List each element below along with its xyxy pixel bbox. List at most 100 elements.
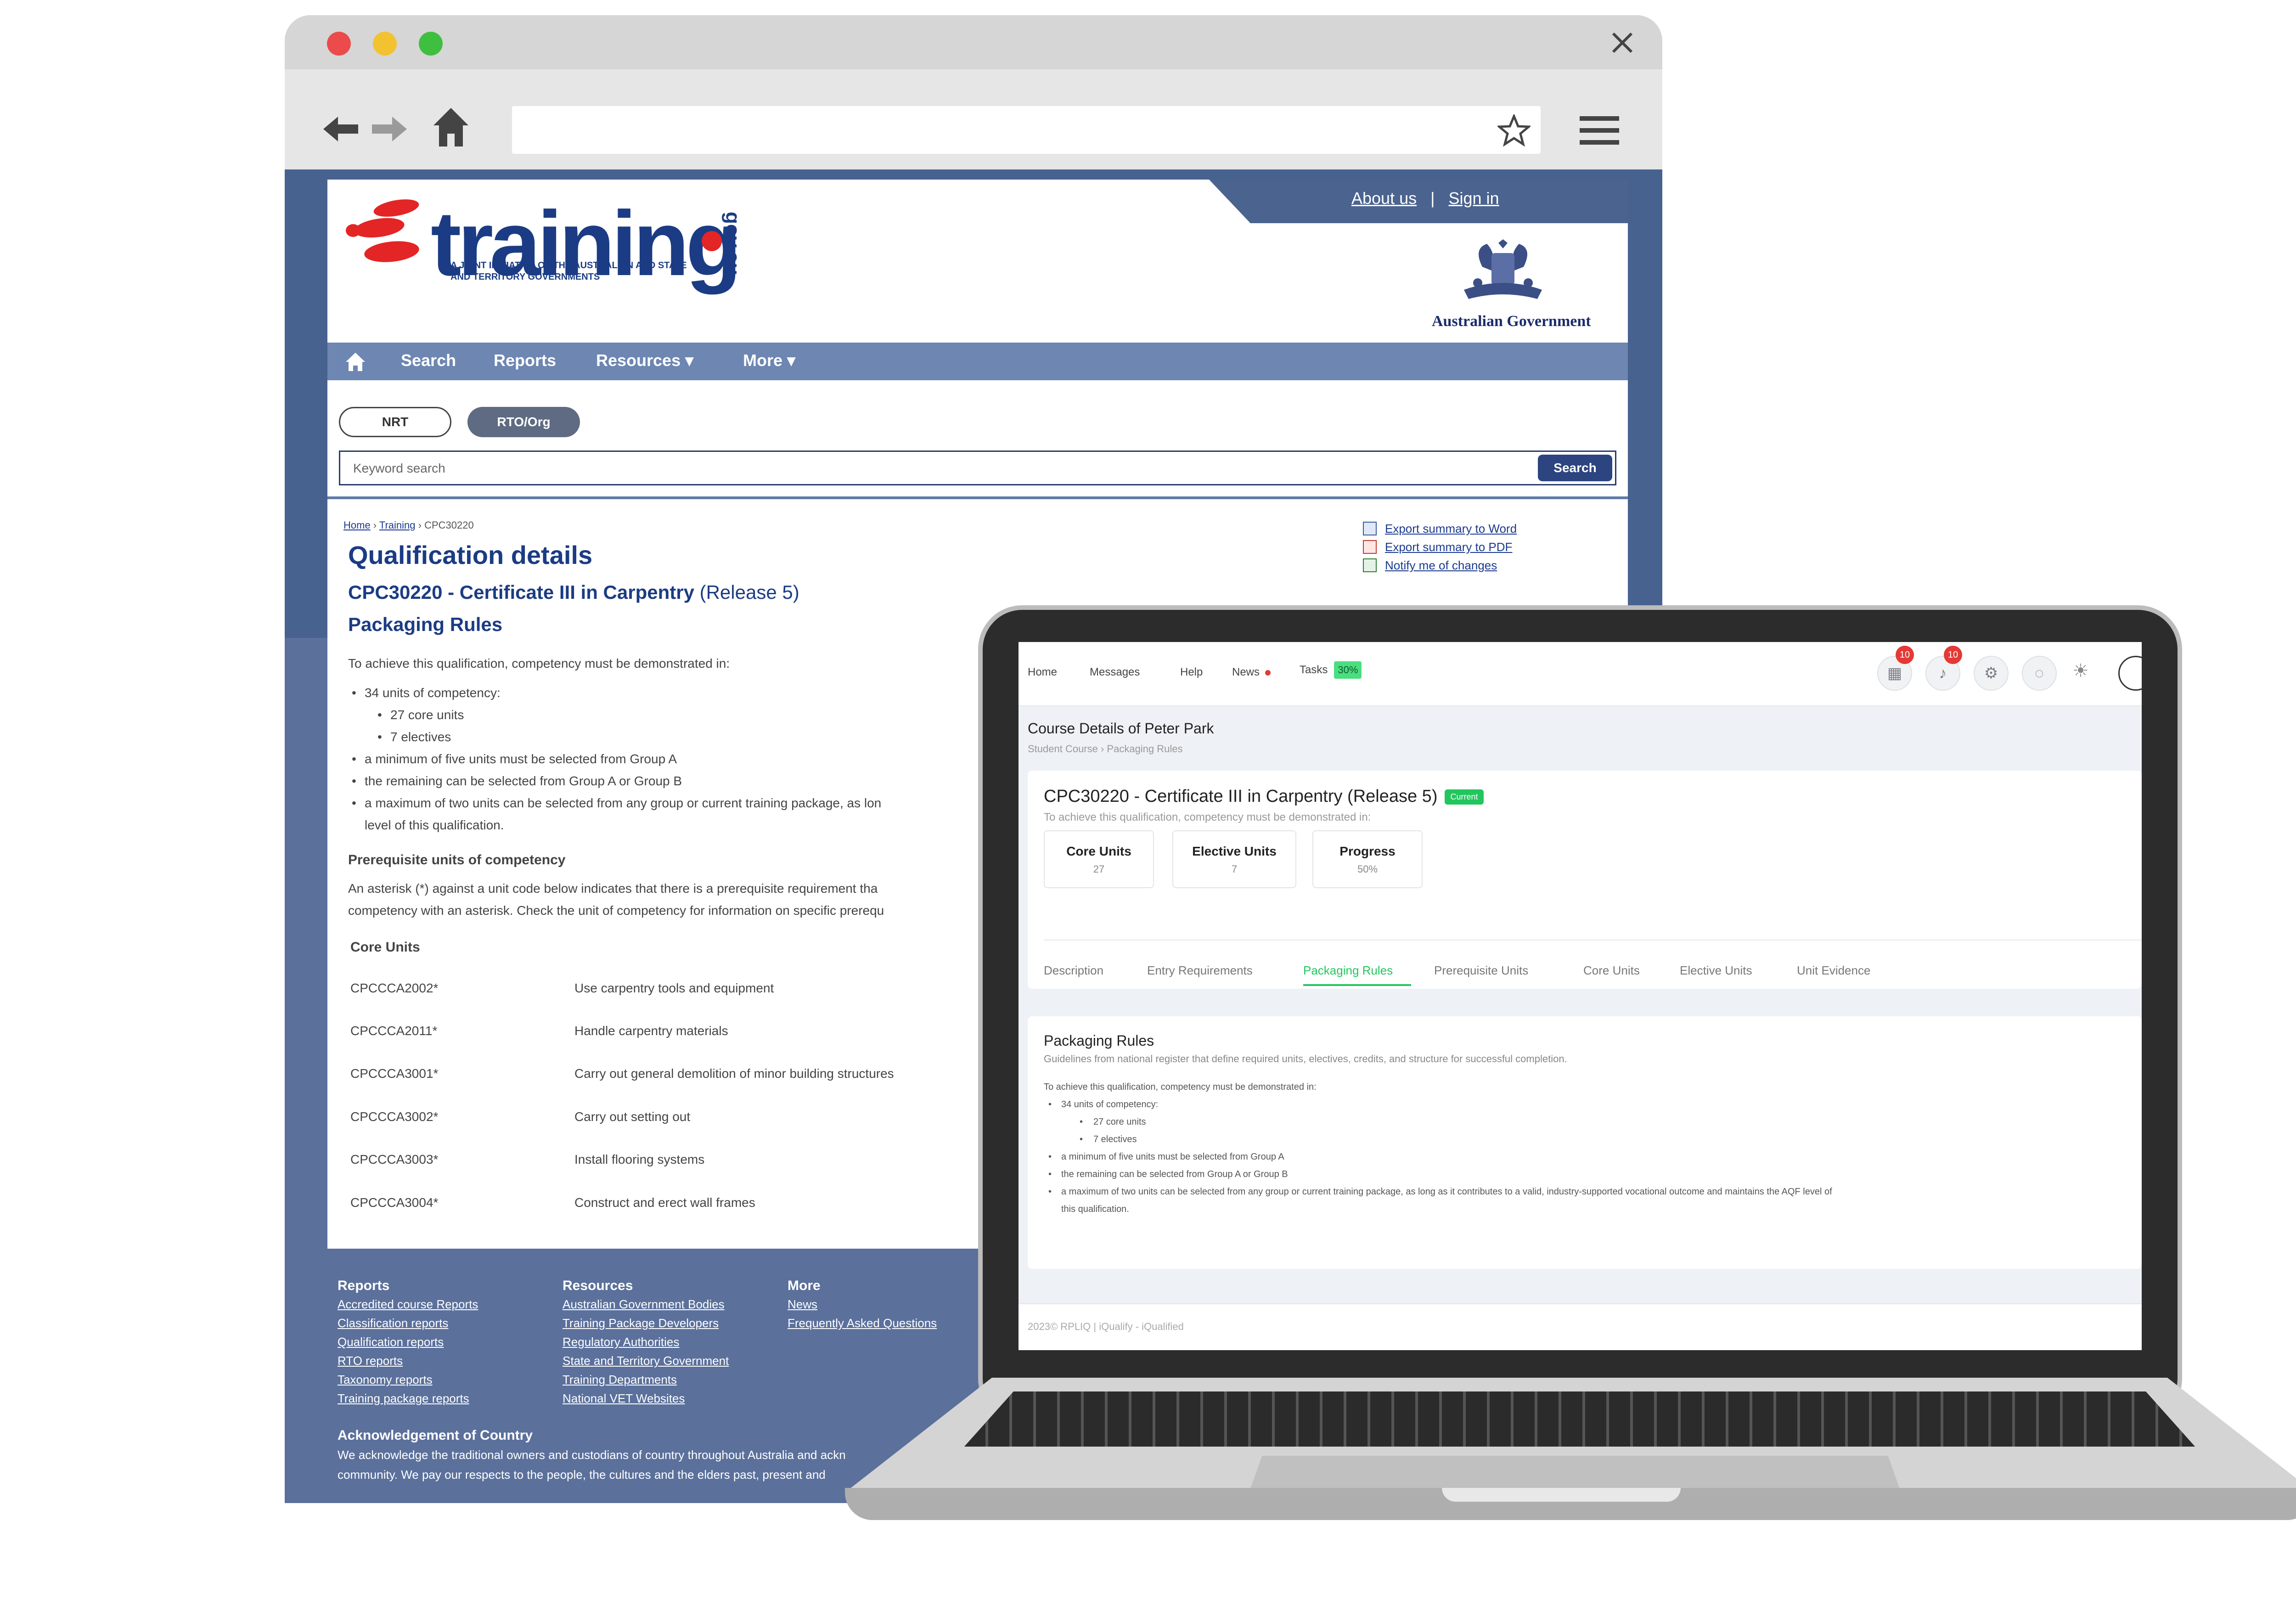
footer-link[interactable]: News xyxy=(788,1297,817,1311)
list-item: 34 units of competency: 27 core units 7 … xyxy=(348,682,1000,748)
active-tab-indicator xyxy=(1303,984,1411,986)
nav-search[interactable]: Search xyxy=(401,351,456,370)
app-nav-tasks[interactable]: Tasks 30% xyxy=(1300,661,1362,679)
qualification-title: CPC30220 - Certificate III in Carpentry … xyxy=(348,581,799,603)
main-nav: Search Reports Resources ▾ More ▾ xyxy=(327,343,1628,380)
nav-more[interactable]: More ▾ xyxy=(743,351,795,370)
address-bar[interactable] xyxy=(512,106,1541,154)
maximize-dot[interactable] xyxy=(419,32,443,56)
keyword-search-input[interactable]: Keyword search Search xyxy=(339,451,1616,485)
footer-link[interactable]: State and Territory Government xyxy=(563,1354,729,1368)
logo-dot xyxy=(702,231,722,251)
list-item: a maximum of two units can be selected f… xyxy=(1044,1183,2137,1218)
back-arrow-icon[interactable] xyxy=(321,113,360,145)
tab-elective-units[interactable]: Elective Units xyxy=(1680,963,1752,978)
close-icon[interactable] xyxy=(1609,30,1635,56)
tab-entry-requirements[interactable]: Entry Requirements xyxy=(1147,963,1253,978)
packaging-rules-body: To achieve this qualification, competenc… xyxy=(348,653,1000,836)
logo-swoosh-icon xyxy=(346,196,428,265)
stat-core-units: Core Units 27 xyxy=(1044,830,1154,888)
logo-tagline: A JOINT INITIATIVE OF THE AUSTRALIAN AND… xyxy=(450,260,687,282)
footer-link[interactable]: Training package reports xyxy=(338,1391,469,1405)
export-pdf-link[interactable]: Export summary to PDF xyxy=(1385,538,1512,556)
nav-reports[interactable]: Reports xyxy=(494,351,556,370)
core-units-heading: Core Units xyxy=(350,940,420,955)
acknowledgement: Acknowledgement of Country We acknowledg… xyxy=(338,1428,846,1481)
prerequisite-text: An asterisk (*) against a unit code belo… xyxy=(348,881,884,918)
footer-link[interactable]: National VET Websites xyxy=(563,1391,685,1405)
star-icon[interactable] xyxy=(1497,114,1531,146)
word-doc-icon xyxy=(1363,522,1377,535)
footer-link[interactable]: Training Package Developers xyxy=(563,1316,719,1330)
packaging-rules-heading: Packaging Rules xyxy=(348,614,503,635)
footer-link[interactable]: Accredited course Reports xyxy=(338,1297,478,1311)
news-dot xyxy=(1265,670,1271,676)
browser-toolbar xyxy=(285,69,1662,169)
nav-home-icon[interactable] xyxy=(345,352,366,372)
page-title: Course Details of Peter Park xyxy=(1028,720,1214,737)
prerequisite-heading: Prerequisite units of competency xyxy=(348,852,566,867)
stat-elective-units: Elective Units 7 xyxy=(1172,830,1296,888)
list-item: 7 electives xyxy=(1061,1131,2137,1148)
footer-link[interactable]: Frequently Asked Questions xyxy=(788,1316,937,1330)
laptop-keyboard xyxy=(964,1391,2195,1447)
nav-resources[interactable]: Resources ▾ xyxy=(596,351,693,370)
tab-prerequisite-units[interactable]: Prerequisite Units xyxy=(1434,963,1528,978)
toggle-nrt[interactable]: NRT xyxy=(339,407,451,437)
footer-more: More News Frequently Asked Questions xyxy=(788,1278,937,1330)
list-item: a minimum of five units must be selected… xyxy=(348,748,1000,770)
footer-link[interactable]: Regulatory Authorities xyxy=(563,1335,679,1349)
home-icon[interactable] xyxy=(432,106,470,148)
sign-in-link[interactable]: Sign in xyxy=(1449,189,1499,208)
tab-unit-evidence[interactable]: Unit Evidence xyxy=(1797,963,1870,978)
status-badge: Current xyxy=(1445,789,1484,805)
close-dot[interactable] xyxy=(327,32,351,56)
app-nav-home[interactable]: Home xyxy=(1028,666,1057,679)
footer-link[interactable]: Australian Government Bodies xyxy=(563,1297,725,1311)
stat-progress: Progress 50% xyxy=(1312,830,1423,888)
list-item: 34 units of competency: 27 core units 7 … xyxy=(1044,1096,2137,1148)
export-word-link[interactable]: Export summary to Word xyxy=(1385,519,1517,538)
gear-icon[interactable]: ⚙ xyxy=(1974,656,2009,691)
tab-divider xyxy=(1044,940,2142,941)
notification-badge: 10 xyxy=(1896,646,1914,664)
pdf-icon xyxy=(1363,540,1377,554)
app-nav-news[interactable]: News xyxy=(1232,666,1271,679)
footer-link[interactable]: Training Departments xyxy=(563,1373,677,1386)
app-nav-messages[interactable]: Messages xyxy=(1090,666,1140,679)
tab-core-units[interactable]: Core Units xyxy=(1583,963,1640,978)
divider xyxy=(327,496,1628,499)
email-icon xyxy=(1363,558,1377,572)
hamburger-menu-icon[interactable] xyxy=(1580,114,1619,146)
tasks-badge: 30% xyxy=(1334,661,1362,679)
avatar[interactable] xyxy=(2118,656,2142,691)
footer-link[interactable]: Qualification reports xyxy=(338,1335,444,1349)
footer-link[interactable]: Classification reports xyxy=(338,1316,448,1330)
footer-link[interactable]: RTO reports xyxy=(338,1354,403,1368)
australian-government-label: Australian Government xyxy=(1432,313,1591,330)
chat-icon[interactable]: ◌ xyxy=(2022,656,2057,691)
tab-packaging-rules[interactable]: Packaging Rules xyxy=(1303,963,1393,978)
app-footer: 2023© RPLIQ | iQualify - iQualified xyxy=(1019,1303,2142,1350)
sun-icon[interactable]: ☀ xyxy=(2072,660,2089,682)
coat-of-arms-icon xyxy=(1464,239,1542,299)
export-links: Export summary to Word Export summary to… xyxy=(1363,519,1517,575)
top-links: About us | Sign in xyxy=(1351,189,1499,208)
breadcrumb-training[interactable]: Training xyxy=(379,519,416,531)
logo-gov-au: gov.au xyxy=(721,212,744,276)
notify-changes-link[interactable]: Notify me of changes xyxy=(1385,556,1497,575)
about-us-link[interactable]: About us xyxy=(1351,189,1417,208)
search-button[interactable]: Search xyxy=(1538,455,1612,481)
title-bar xyxy=(285,15,1662,69)
footer-link[interactable]: Taxonomy reports xyxy=(338,1373,433,1386)
tab-description[interactable]: Description xyxy=(1044,963,1103,978)
breadcrumb-home[interactable]: Home xyxy=(343,519,371,531)
app-nav-help[interactable]: Help xyxy=(1180,666,1203,679)
forward-arrow-icon[interactable] xyxy=(370,113,409,145)
minimize-dot[interactable] xyxy=(373,32,397,56)
list-item: the remaining can be selected from Group… xyxy=(348,770,1000,792)
list-item: 27 core units xyxy=(1061,1113,2137,1131)
link-separator: | xyxy=(1430,189,1435,208)
list-item: a minimum of five units must be selected… xyxy=(1044,1148,2137,1166)
toggle-rto-org[interactable]: RTO/Org xyxy=(467,407,580,437)
